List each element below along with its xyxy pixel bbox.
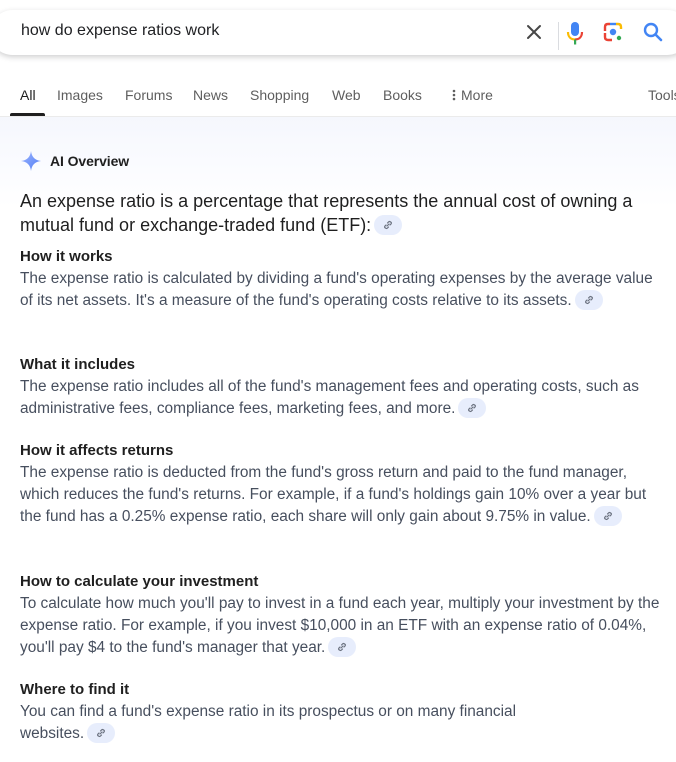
section-title: What it includes [20, 356, 136, 373]
search-button[interactable] [642, 21, 664, 43]
search-bar-divider [558, 22, 559, 50]
search-input[interactable] [21, 22, 501, 40]
ai-overview-title: AI Overview [50, 153, 130, 169]
tab-images[interactable]: Images [57, 87, 103, 103]
section-body: You can find a fund's expense ratio in i… [20, 701, 580, 745]
link-icon [384, 221, 393, 230]
source-link-chip[interactable] [574, 289, 603, 310]
section-title: Where to find it [20, 681, 130, 698]
section-body-text: The expense ratio is deducted from the f… [20, 464, 647, 525]
ai-overview-header: AI Overview [20, 150, 129, 172]
section-where-to-find: Where to find it You can find a fund's e… [20, 680, 580, 745]
lead-text: An expense ratio is a percentage that re… [20, 191, 633, 235]
search-icon [643, 22, 663, 42]
source-link-chip[interactable] [87, 722, 116, 743]
tab-news[interactable]: News [193, 87, 228, 103]
section-how-it-works: How it works The expense ratio is calcul… [20, 247, 665, 312]
section-body: The expense ratio is calculated by divid… [20, 268, 665, 312]
source-link-chip[interactable] [593, 505, 622, 526]
link-icon [468, 403, 477, 413]
active-tab-indicator [10, 113, 45, 116]
source-link-chip[interactable] [328, 636, 357, 657]
section-body-text: The expense ratio includes all of the fu… [20, 378, 639, 417]
google-lens-button[interactable] [602, 21, 624, 43]
clear-search-button[interactable] [524, 22, 544, 42]
source-link-chip[interactable] [374, 215, 403, 236]
tab-web[interactable]: Web [332, 87, 361, 103]
tab-shopping[interactable]: Shopping [250, 87, 309, 103]
search-tabs: All Images Forums News Shopping Web Book… [0, 84, 676, 117]
tab-books[interactable]: Books [383, 87, 422, 103]
tab-forums[interactable]: Forums [125, 87, 172, 103]
section-title: How it affects returns [20, 442, 174, 459]
section-title: How it works [20, 248, 113, 265]
ai-overview-panel: AI Overview An expense ratio is a percen… [0, 117, 676, 762]
microphone-icon [566, 22, 584, 45]
link-icon [584, 295, 593, 305]
section-title: How to calculate your investment [20, 573, 259, 590]
section-body-text: The expense ratio is calculated by divid… [20, 270, 653, 309]
link-icon [338, 642, 347, 652]
section-body: The expense ratio is deducted from the f… [20, 462, 665, 528]
voice-search-button[interactable] [563, 20, 587, 46]
link-icon [97, 728, 106, 738]
tab-more[interactable]: More [450, 87, 493, 103]
ai-overview-lead: An expense ratio is a percentage that re… [20, 189, 660, 237]
tab-more-label: More [461, 87, 493, 103]
section-body: To calculate how much you'll pay to inve… [20, 593, 665, 659]
more-vert-icon [452, 89, 456, 101]
section-what-it-includes: What it includes The expense ratio inclu… [20, 355, 665, 420]
link-icon [603, 511, 612, 521]
section-how-it-affects-returns: How it affects returns The expense ratio… [20, 441, 665, 528]
tab-tools[interactable]: Tools [648, 87, 676, 103]
sparkle-icon [21, 151, 41, 171]
search-bar [0, 10, 676, 55]
close-icon [527, 25, 541, 39]
tab-all[interactable]: All [20, 87, 36, 103]
section-how-to-calculate: How to calculate your investment To calc… [20, 572, 665, 659]
source-link-chip[interactable] [458, 397, 487, 418]
google-lens-icon [603, 22, 623, 42]
section-body: The expense ratio includes all of the fu… [20, 376, 665, 420]
